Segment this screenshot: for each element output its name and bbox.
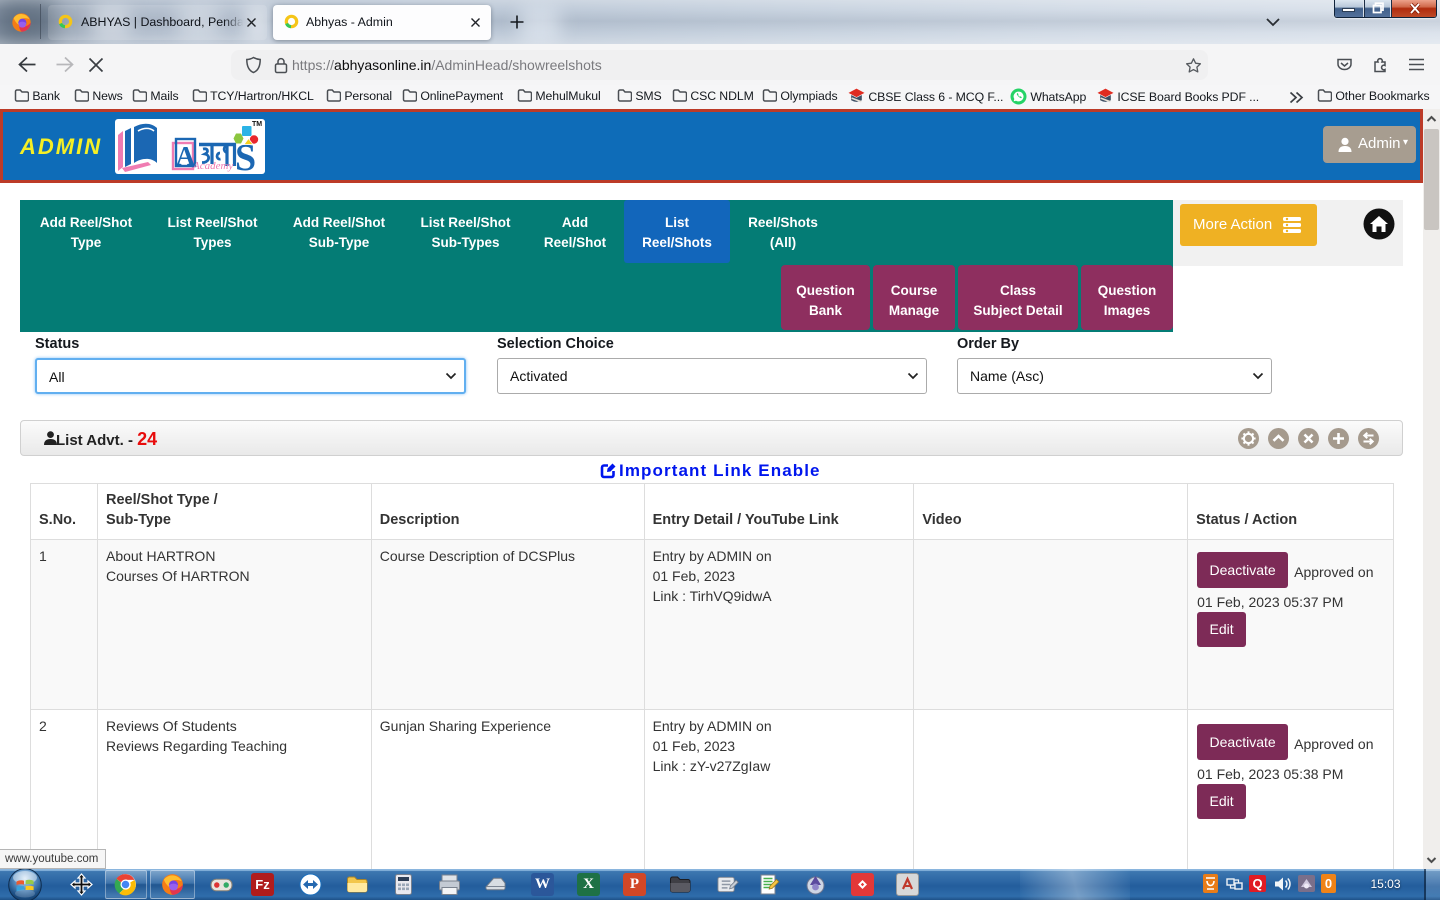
svg-text:TM: TM <box>252 121 262 128</box>
svg-text:Academy: Academy <box>192 160 233 172</box>
